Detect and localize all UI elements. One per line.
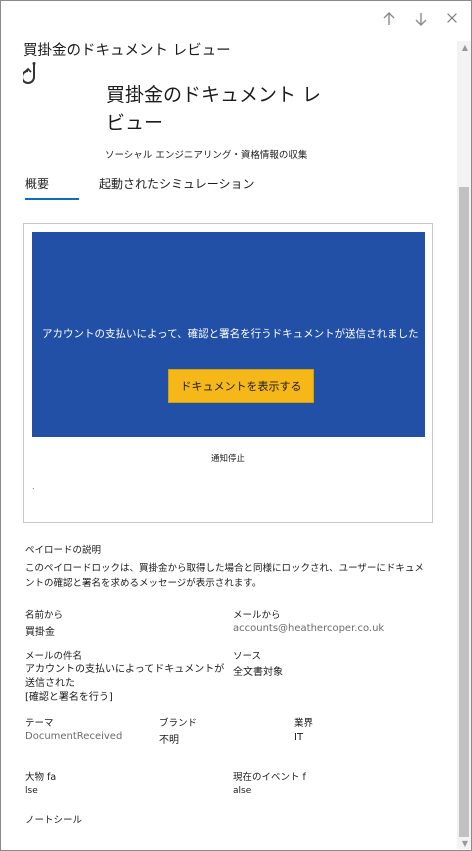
panel-title: 買掛金のドキュメント レビュー — [23, 43, 231, 59]
simulation-title: 買掛金のドキュメント レ ビュー — [106, 81, 326, 137]
scrollbar-thumb[interactable] — [459, 187, 469, 837]
view-document-button[interactable]: ドキュメントを表示する — [168, 369, 314, 403]
major-event-label: 大物 fa — [25, 772, 57, 783]
subject-value: アカウントの支払いによってドキュメントが送信された [確認と署名を行う] — [25, 663, 225, 705]
theme-value: DocumentReceived — [25, 731, 123, 742]
title-line-1: 買掛金のドキュメント レ — [106, 84, 322, 106]
theme-label: テーマ — [25, 718, 54, 729]
title-line-2: ビュー — [106, 112, 164, 134]
tab-overview[interactable]: 概要 — [25, 175, 49, 192]
brand-value: 不明 — [159, 735, 179, 746]
note-label: ノートシール — [25, 815, 83, 826]
email-preview: アカウントの支払いによって、確認と署名を行うドキュメントが送信されました ドキュ… — [23, 223, 433, 523]
subject-label: メールの件名 — [25, 651, 83, 662]
selected-tab-indicator — [25, 198, 79, 200]
brand-label: ブランド — [159, 718, 198, 729]
technique-subtitle: ソーシャル エンジニアリング・資格情報の収集 — [105, 150, 308, 161]
email-banner: アカウントの支払いによって、確認と署名を行うドキュメントが送信されました ドキュ… — [32, 232, 425, 437]
industry-label: 業界 — [294, 718, 314, 729]
subject-line-1: アカウントの支払いによってドキュメントが送信された — [25, 664, 225, 689]
current-event-value: alse — [233, 786, 252, 796]
scroll-down-icon[interactable]: ▼ — [462, 839, 468, 848]
close-icon[interactable] — [443, 9, 461, 27]
current-event-label: 現在のイベント f — [233, 772, 306, 783]
arrow-down-icon[interactable] — [411, 9, 431, 29]
major-event-value: lse — [25, 786, 38, 796]
scroll-up-icon[interactable]: ▲ — [462, 43, 468, 52]
from-email-label: メールから — [233, 610, 281, 621]
preview-footer-text: . — [32, 482, 35, 491]
payload-description-text: このペイロードロックは、買掛金から取得した場合と同様にロックされ、ユーザーにドキ… — [25, 563, 424, 589]
subject-line-2: [確認と署名を行う] — [25, 692, 113, 703]
payload-description-label: ペイロードの説明 — [25, 545, 102, 556]
from-name-value: 買掛金 — [25, 627, 55, 638]
email-body-text: アカウントの支払いによって、確認と署名を行うドキュメントが送信されました — [42, 328, 419, 340]
from-name-label: 名前から — [25, 610, 64, 621]
unsubscribe-link[interactable]: 通知停止 — [24, 452, 432, 464]
industry-value: IT — [294, 732, 304, 743]
arrow-up-icon[interactable] — [379, 9, 399, 29]
simulation-detail-panel: 買掛金のドキュメント レビュー 買掛金のドキュメント レ ビュー ソーシャル エ… — [0, 0, 472, 851]
source-label: ソース — [233, 651, 262, 662]
source-value: 全文書対象 — [233, 667, 283, 678]
tab-launched-simulations[interactable]: 起動されたシミュレーション — [99, 175, 255, 192]
phishing-hook-icon — [21, 61, 45, 87]
from-email-value: accounts@heathercoper.co.uk — [233, 623, 385, 634]
